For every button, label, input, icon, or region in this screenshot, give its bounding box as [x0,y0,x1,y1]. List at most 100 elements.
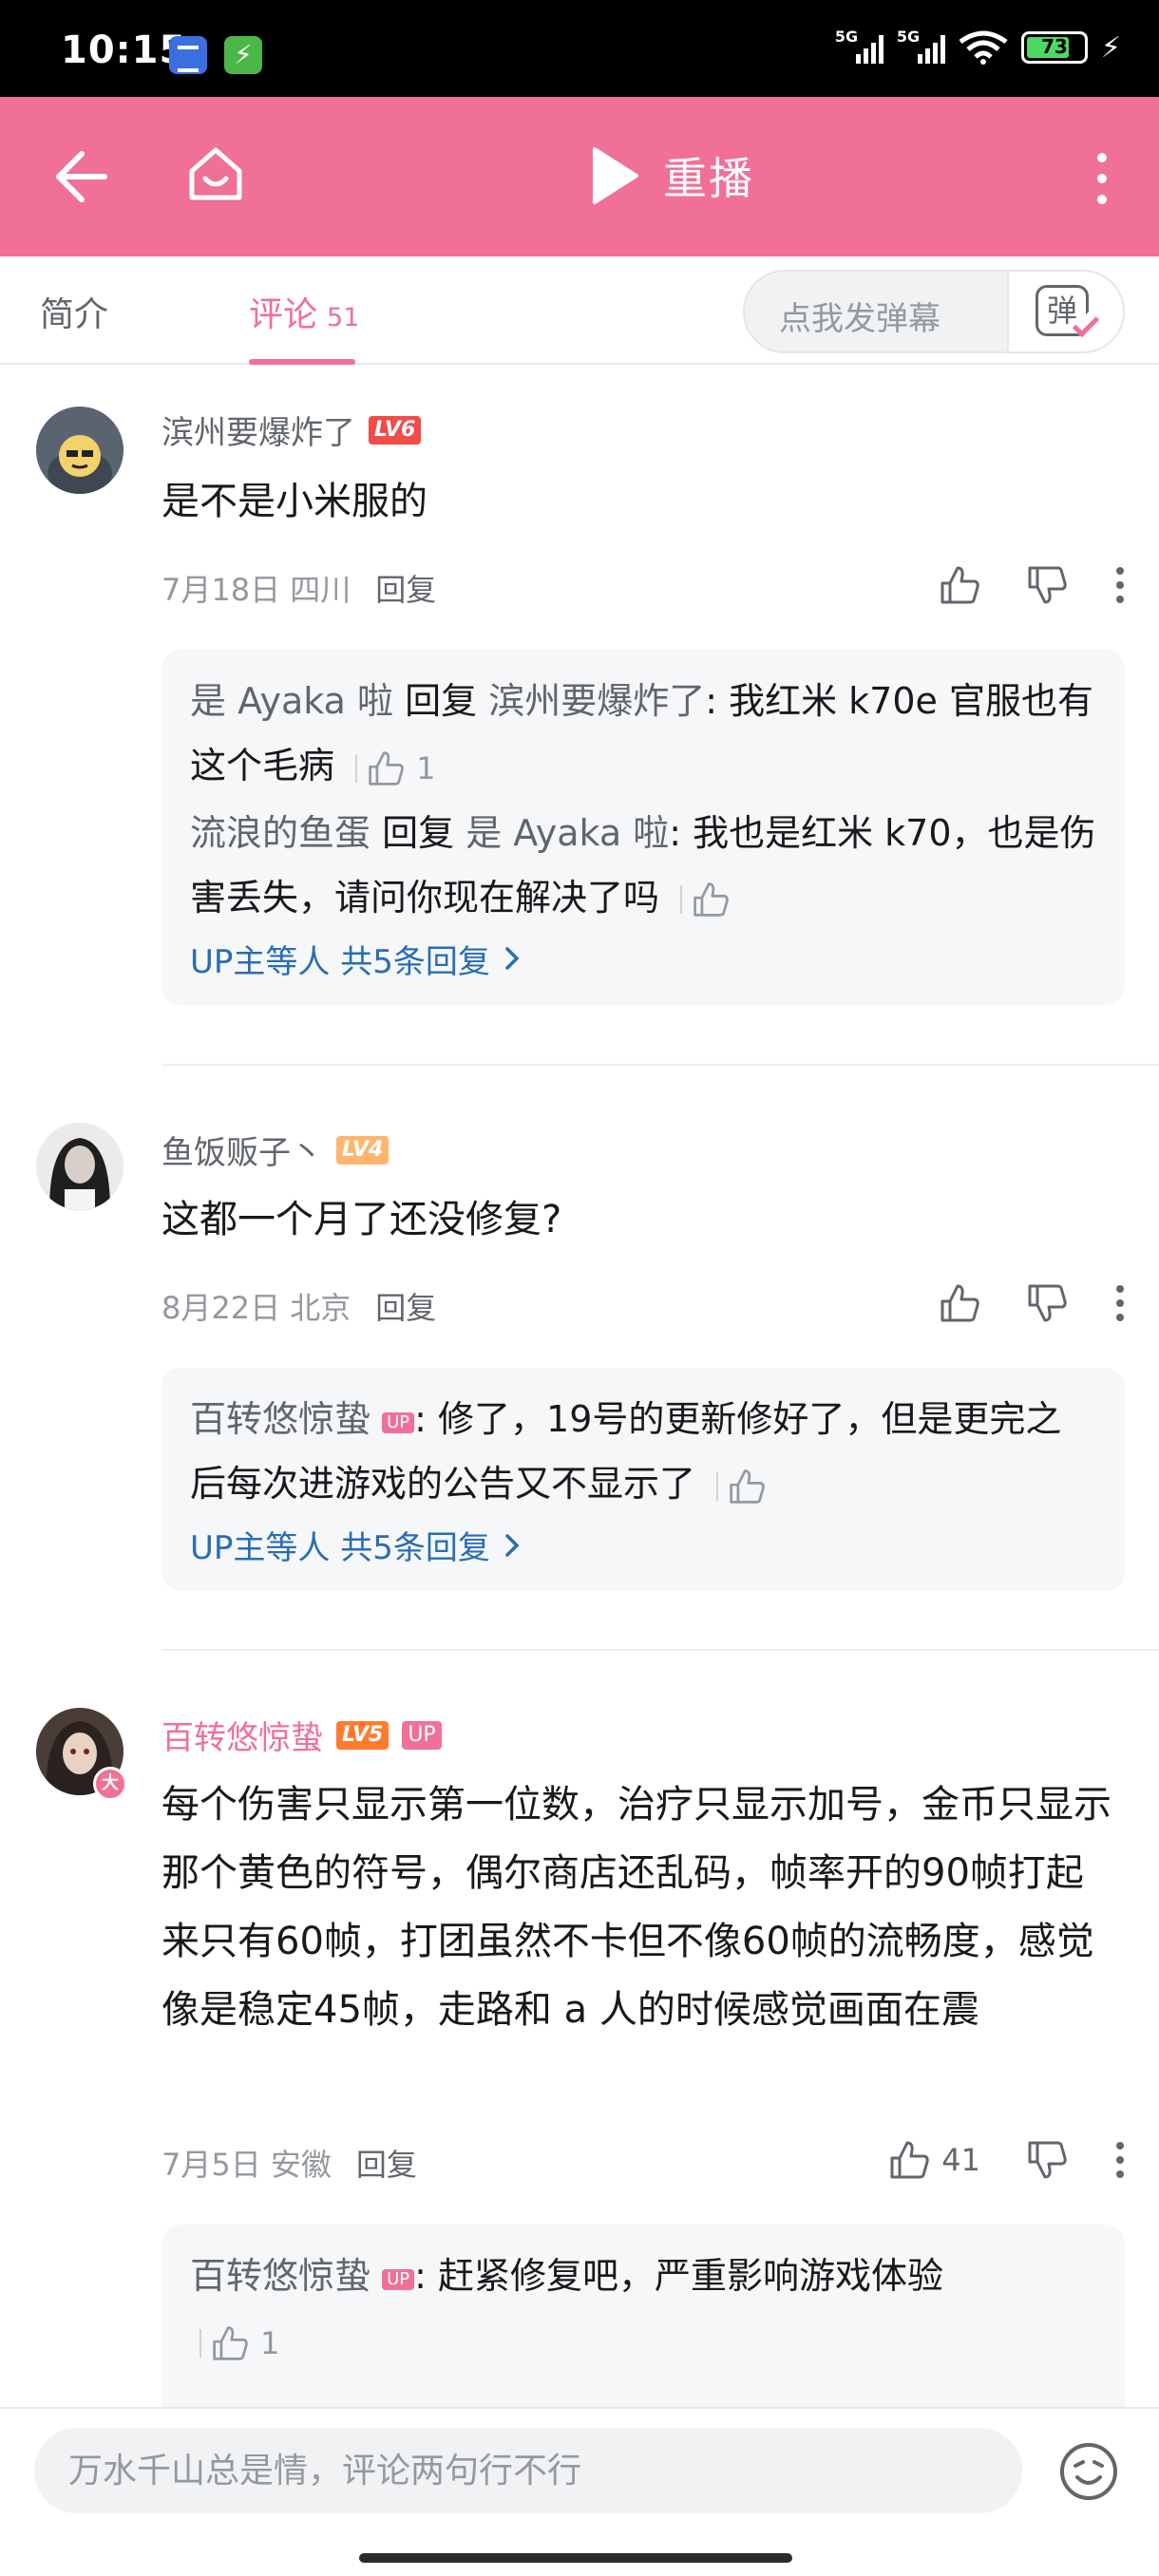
reply-item: 是 Ayaka 啦 回复 滨州要爆炸了: 我红米 k70e 官服也有这个毛病 1 [190,669,1096,801]
reply-text: : 赶紧修复吧，严重影响游戏体验 [414,2255,944,2297]
reply-like-button[interactable]: 1 [367,736,435,801]
comment-meta: 7月5日 安徽 回复 [162,2141,417,2185]
home-icon[interactable] [184,142,247,205]
reply-like-count: 1 [416,749,436,786]
reply-like-button[interactable] [728,1468,766,1506]
thumbs-up-icon [694,882,729,917]
comment-more-icon[interactable] [1113,1284,1127,1322]
cellular-signal-icon-2: 5G [897,28,945,64]
comment-username[interactable]: 百转悠惊蛰 LV5 UP [162,1712,442,1758]
separator [355,753,358,783]
reply-username[interactable]: 百转悠惊蛰 [190,1398,370,1440]
comment-input-bar [0,2407,1159,2576]
up-badge: UP [382,1412,415,1433]
danmaku-toggle-button[interactable]: 弹 [1007,272,1123,351]
replay-button[interactable]: 重播 [589,144,754,207]
reply-preview-box[interactable]: 百转悠惊蛰 UP: 修了，19号的更新修好了，但是更完之后每次进游戏的公告又不显… [162,1368,1125,1591]
tab-intro[interactable]: 简介 [40,287,108,336]
avatar-badge: 大 [93,1767,127,1801]
reply-word: 回复 [382,811,455,854]
comment-actions: 41 [888,2139,1127,2181]
charging-app-icon: ⚡ [224,36,262,74]
avatar[interactable] [36,1123,124,1210]
like-button[interactable]: 41 [888,2139,980,2181]
thumbs-down-icon[interactable] [1026,564,1068,606]
reply-button[interactable]: 回复 [356,2141,417,2185]
comment-count: 51 [327,303,360,332]
reply-like-button[interactable]: 1 [211,2311,279,2376]
level-badge: LV5 [336,1720,390,1750]
comment-actions [939,564,1127,606]
separator [200,2328,201,2358]
username-text: 百转悠惊蛰 [162,1719,323,1757]
comment-location: 北京 [290,1290,352,1326]
charging-icon: ⚡ [1100,30,1121,65]
avatar[interactable] [36,407,124,494]
up-badge: UP [402,1720,442,1750]
thumbs-down-icon[interactable] [1026,2139,1068,2181]
reply-like-count: 1 [260,2324,280,2361]
more-replies-label: UP主等人 共5条回复 [190,942,490,981]
back-arrow-icon[interactable] [55,148,108,205]
tab-bar: 简介 评论 51 点我发弹幕 弹 [0,256,1159,365]
tab-comments[interactable]: 评论 51 [249,287,359,336]
thumbs-up-icon [369,750,404,786]
more-replies-link[interactable]: UP主等人 共5条回复 [190,1522,1096,1568]
separator [716,1471,719,1501]
comment-meta: 8月22日 北京 回复 [162,1284,436,1328]
more-options-icon[interactable] [1091,150,1113,207]
thumbs-down-icon[interactable] [1026,1282,1068,1324]
comment-location: 安徽 [270,2147,332,2183]
thumbs-up-icon[interactable] [939,1282,980,1324]
thumbs-up-icon [213,2325,248,2360]
reply-item: 流浪的鱼蛋 回复 是 Ayaka 啦: 我也是红米 k70，也是伤害丢失，请问你… [190,801,1096,930]
home-indicator[interactable] [359,2553,792,2563]
thumbs-up-icon [730,1468,765,1504]
wifi-icon [959,30,1008,65]
battery-icon: 73 [1020,31,1088,64]
emoji-icon[interactable] [1058,2441,1119,2502]
comment-more-icon[interactable] [1113,2141,1127,2179]
reply-username[interactable]: 是 Ayaka 啦 [190,680,393,722]
comment-username[interactable]: 滨州要爆炸了 LV6 [162,407,422,453]
comment-content: 是不是小米服的 [162,480,428,523]
chevron-right-icon [505,947,520,970]
status-bar: 10:15 ⚡ 5G 5G 73 ⚡ [0,0,1159,97]
comment-date: 7月18日 [162,572,281,608]
danmaku-input[interactable]: 点我发弹幕 弹 [743,270,1125,353]
reply-button[interactable]: 回复 [375,1284,436,1328]
play-icon [593,147,638,204]
reply-username[interactable]: 流浪的鱼蛋 [190,812,370,854]
thumbs-up-icon[interactable] [939,564,980,606]
comment-location: 四川 [290,572,352,608]
separator [680,885,683,914]
comment-content: 这都一个月了还没修复? [162,1198,562,1241]
reply-target[interactable]: 滨州要爆炸了 [488,680,705,722]
comment-item: 鱼饭贩子丶 LV4 这都一个月了还没修复? 8月22日 北京 回复 百转悠惊蛰 … [0,1066,1159,1651]
reply-username[interactable]: 百转悠惊蛰 [190,2255,370,2297]
comment-item: 滨州要爆炸了 LV6 是不是小米服的 7月18日 四川 回复 是 Ayaka 啦… [0,365,1159,1066]
danmaku-placeholder: 点我发弹幕 [779,300,940,338]
comment-username[interactable]: 鱼饭贩子丶 LV4 [162,1127,390,1173]
username-text: 鱼饭贩子丶 [162,1134,323,1172]
reply-word: 回复 [405,680,478,722]
level-badge: LV4 [336,1135,390,1165]
comment-input[interactable] [34,2428,1022,2513]
comment-meta: 7月18日 四川 回复 [162,566,436,610]
replay-label: 重播 [663,153,754,204]
like-count: 41 [941,2142,980,2178]
comment-date: 8月22日 [162,1290,281,1326]
reply-preview-box[interactable]: 百转悠惊蛰 UP: 赶紧修复吧，严重影响游戏体验 1 [162,2225,1125,2407]
reply-like-button[interactable] [692,881,730,919]
reply-button[interactable]: 回复 [375,566,436,610]
reply-target[interactable]: 是 Ayaka 啦 [466,812,669,854]
reply-preview-box[interactable]: 是 Ayaka 啦 回复 滨州要爆炸了: 我红米 k70e 官服也有这个毛病 1… [162,650,1125,1005]
chevron-right-icon [505,1533,520,1557]
reply-item-likes: 1 [190,2308,1096,2376]
avatar[interactable]: 大 [36,1708,127,1801]
comment-more-icon[interactable] [1113,566,1127,604]
comment-date: 7月5日 [162,2147,261,2183]
comment-item: 大 百转悠惊蛰 LV5 UP 每个伤害只显示第一位数，治疗只显示加号，金币只显示… [0,1651,1159,2407]
comment-actions [939,1282,1127,1324]
more-replies-link[interactable]: UP主等人 共5条回复 [190,936,1096,982]
